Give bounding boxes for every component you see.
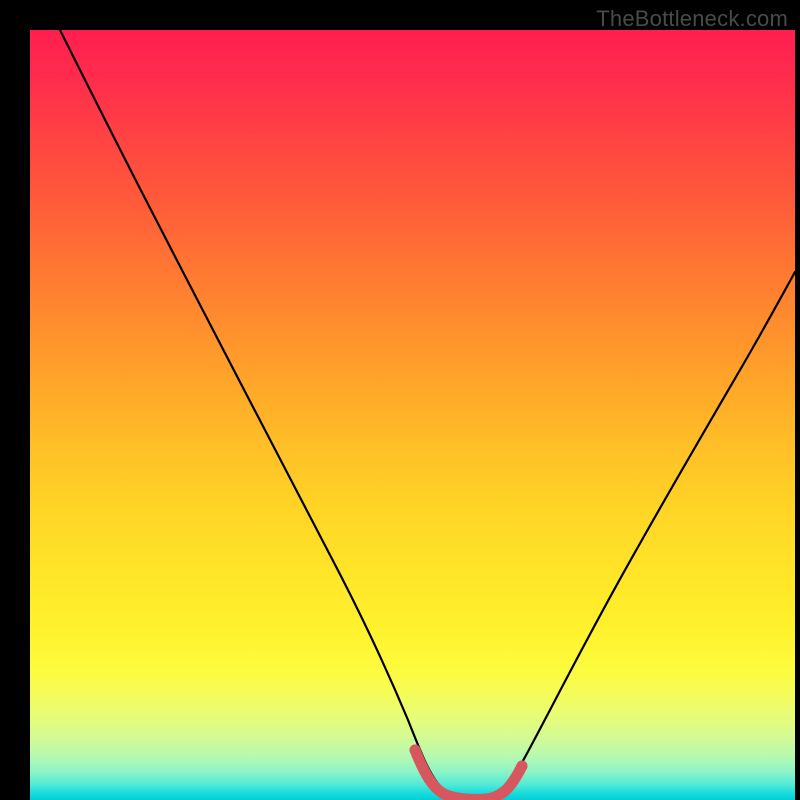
highlight-start-dot	[410, 745, 421, 756]
curve-svg	[30, 30, 795, 800]
bottleneck-curve-path	[60, 30, 795, 799]
plot-area	[30, 30, 795, 800]
highlight-end-dot	[517, 761, 528, 772]
watermark-text: TheBottleneck.com	[596, 6, 788, 32]
optimal-range-highlight	[415, 750, 522, 800]
chart-container: TheBottleneck.com	[0, 0, 800, 800]
